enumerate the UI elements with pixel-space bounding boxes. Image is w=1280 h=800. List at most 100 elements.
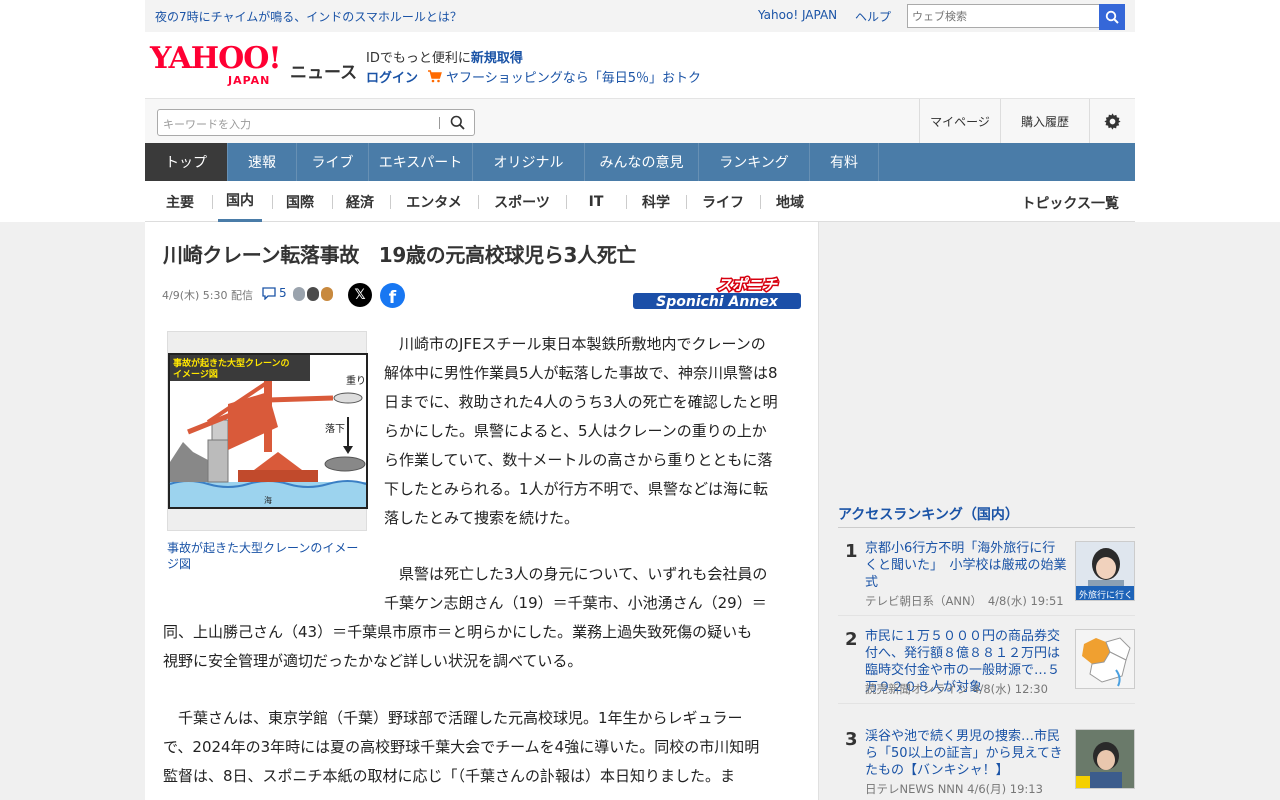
news-search-row: キーワードを入力 マイページ 購入履歴 (145, 98, 1135, 144)
separator (390, 195, 391, 209)
sidebar: アクセスランキング（国内） 1 京都小6行方不明「海外旅行に行くと聞いた」 小学… (830, 222, 1135, 800)
divider (439, 117, 440, 129)
gear-icon (1104, 113, 1121, 130)
x-share-button[interactable]: 𝕏 (348, 283, 372, 307)
text-line: ら作業していて、数十メートルの高さから重りとともに落 (384, 451, 773, 469)
main-nav-original[interactable]: オリジナル (473, 143, 585, 181)
ranking-item-source: テレビ朝日系（ANN） 4/8(水) 19:51 (865, 594, 1064, 608)
category-main[interactable]: 主要 (158, 181, 202, 222)
comment-icon (262, 286, 276, 300)
ranking-thumbnail[interactable]: 外旅行に行く (1075, 541, 1135, 601)
text-line: 落したとみて捜索を続けた。 (384, 509, 580, 527)
text-line: らかにした。県警によると、5人はクレーンの重りの上か (384, 422, 767, 440)
keyword-search-box[interactable]: キーワードを入力 (157, 109, 475, 136)
separator (760, 195, 761, 209)
article-title: 川崎クレーン転落事故 19歳の元高校球児ら3人死亡 (163, 243, 637, 267)
ranking-item-source: 読売新聞オンライン 4/8(水) 12:30 (865, 682, 1048, 696)
separator (272, 195, 273, 209)
reaction-icon (307, 287, 319, 301)
category-international[interactable]: 国際 (278, 181, 322, 222)
paragraph-2b: 同、上山勝己さん（43）＝千葉県市原市＝と明らかにした。業務上過失致死傷の疑いも… (163, 618, 803, 676)
main-nav-expert[interactable]: エキスパート (369, 143, 473, 181)
divider (838, 703, 1135, 704)
ranking-item[interactable]: 3 渓谷や池で続く男児の捜索…市民ら「50以上の証言」から見えてきたもの【バンキ… (838, 716, 1135, 800)
category-it[interactable]: IT (574, 181, 618, 222)
figure-sea-label: 海 (264, 495, 272, 505)
separator (566, 195, 567, 209)
separator (478, 195, 479, 209)
search-icon (1105, 10, 1119, 24)
crane-illustration: 事故が起きた大型クレーンの イメージ図 重り 落下 海 (168, 353, 368, 509)
mypage-link[interactable]: マイページ (919, 99, 1000, 144)
ranking-item[interactable]: 1 京都小6行方不明「海外旅行に行くと聞いた」 小学校は厳戒の始業式 テレビ朝日… (838, 528, 1135, 616)
purchase-history-link[interactable]: 購入履歴 (1000, 99, 1089, 144)
facebook-share-button[interactable]: f (380, 283, 405, 308)
rank-number: 1 (845, 541, 858, 562)
text-line: 視野に安全管理が適切だったかなど詳しい状況を調べている。 (163, 652, 583, 670)
sponichi-annex-logo[interactable]: スポニチ Sponichi Annex (631, 275, 803, 313)
category-local[interactable]: 地域 (768, 181, 812, 222)
logo-row: YAHOO! JAPAN ニュース IDでもっと便利に新規取得 ログイン ヤフー… (145, 32, 1135, 98)
id-promo: IDでもっと便利に新規取得 (366, 51, 523, 66)
figure-heading-line-2: イメージ図 (173, 369, 218, 380)
settings-button[interactable] (1089, 99, 1135, 144)
yahoo-japan-link[interactable]: Yahoo! JAPAN (758, 8, 837, 22)
register-link[interactable]: 新規取得 (471, 51, 523, 66)
main-nav-live[interactable]: ライブ (297, 143, 369, 181)
comments-link[interactable]: 5 (262, 286, 287, 300)
access-ranking-title[interactable]: アクセスランキング（国内） (838, 504, 1019, 524)
ranking-item-source: 日テレNEWS NNN 4/6(月) 19:13 (865, 782, 1043, 796)
reaction-icons (293, 287, 335, 301)
map-thumbnail-image (1076, 630, 1134, 688)
text-line: 解体中に男性作業員5人が転落した事故で、神奈川県警は8 (384, 364, 778, 382)
figure-weight-label: 重り (346, 374, 366, 387)
thumbnail-image: 外旅行に行く (1076, 542, 1134, 600)
category-sports[interactable]: スポーツ (486, 181, 558, 222)
keyword-placeholder: キーワードを入力 (163, 118, 251, 131)
publish-date: 4/9(木) 5:30 配信 (162, 289, 253, 302)
main-nav-breaking[interactable]: 速報 (228, 143, 297, 181)
reaction-icon (321, 287, 333, 301)
main-nav-ranking[interactable]: ランキング (699, 143, 810, 181)
text-line: 同、上山勝己さん（43）＝千葉県市原市＝と明らかにした。業務上過失致死傷の疑いも (163, 623, 753, 641)
category-nav: 主要 国内 国際 経済 エンタメ スポーツ IT 科学 ライフ 地域 トピックス… (145, 181, 1135, 222)
ranking-thumbnail[interactable] (1075, 729, 1135, 789)
text-line: 下したとみられる。1人が行方不明で、県警などは海に転 (384, 480, 768, 498)
category-life[interactable]: ライフ (694, 181, 752, 222)
promo-link[interactable]: 夜の7時にチャイムが鳴る、インドのスマホルールとは？ (155, 8, 462, 25)
yahoo-news-logo[interactable]: YAHOO! JAPAN ニュース (150, 41, 357, 88)
paragraph-2a: 県警は死亡した3人の身元について、いずれも会社員の 千葉ケン志朗さん（19）＝千… (384, 560, 804, 618)
paragraph-3: 千葉さんは、東京学館（千葉）野球部で活躍した元高校球児。1年生からレギュラー で… (163, 704, 803, 791)
main-nav-opinions[interactable]: みんなの意見 (585, 143, 699, 181)
article: 川崎クレーン転落事故 19歳の元高校球児ら3人死亡 4/9(木) 5:30 配信… (145, 222, 819, 800)
main-nav-top[interactable]: トップ (145, 143, 228, 181)
image-caption[interactable]: 事故が起きた大型クレーンのイメージ図 (167, 540, 367, 572)
ranking-item-title[interactable]: 渓谷や池で続く男児の捜索…市民ら「50以上の証言」から見えてきたもの【バンキシャ… (865, 728, 1067, 779)
text-line: 川崎市のJFEスチール東日本製鉄所敷地内でクレーンの (399, 335, 766, 353)
category-entertainment[interactable]: エンタメ (398, 181, 470, 222)
keyword-search-button[interactable] (450, 115, 465, 134)
shopping-link[interactable]: ヤフーショッピングなら「毎日5％」おトク (427, 67, 701, 86)
article-image[interactable]: 事故が起きた大型クレーンの イメージ図 重り 落下 海 (167, 331, 368, 531)
ranking-thumbnail[interactable] (1075, 629, 1135, 689)
yahoo-wordmark: YAHOO! (150, 41, 282, 76)
ranking-item[interactable]: 2 市民に１万５０００円の商品券交付へ、発行額８億８８１２万円は臨時交付金や市の… (838, 616, 1135, 704)
main-nav: トップ 速報 ライブ エキスパート オリジナル みんなの意見 ランキング 有料 (145, 143, 1135, 181)
category-domestic[interactable]: 国内 (218, 181, 262, 222)
web-search-button[interactable] (1099, 4, 1125, 30)
japan-wordmark: JAPAN (228, 74, 271, 87)
login-link[interactable]: ログイン (366, 67, 418, 86)
category-science[interactable]: 科学 (634, 181, 678, 222)
web-search-input[interactable] (907, 4, 1100, 28)
figure-fall-label: 落下 (325, 423, 345, 435)
ranking-item-title[interactable]: 京都小6行方不明「海外旅行に行くと聞いた」 小学校は厳戒の始業式 (865, 540, 1067, 591)
main-nav-paid[interactable]: 有料 (810, 143, 879, 181)
facebook-icon: f (388, 288, 397, 308)
paragraph-1: 川崎市のJFEスチール東日本製鉄所敷地内でクレーンの 解体中に男性作業員5人が転… (384, 330, 804, 533)
topics-list-link[interactable]: トピックス一覧 (1021, 193, 1119, 213)
reaction-icon (293, 287, 305, 301)
text-line: 千葉ケン志朗さん（19）＝千葉市、小池湧さん（29）＝ (384, 594, 767, 612)
utility-bar: 夜の7時にチャイムが鳴る、インドのスマホルールとは？ Yahoo! JAPAN … (145, 0, 1135, 32)
help-link[interactable]: ヘルプ (855, 8, 891, 25)
category-economy[interactable]: 経済 (338, 181, 382, 222)
